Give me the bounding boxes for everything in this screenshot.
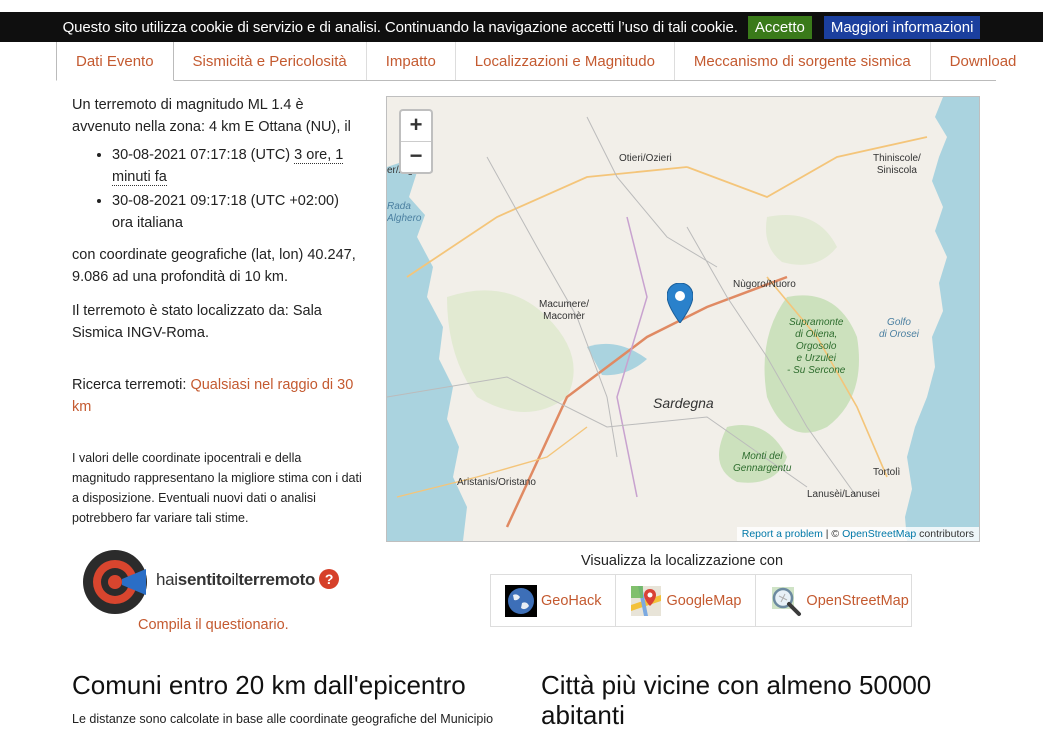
report-problem-link[interactable]: Report a problem bbox=[742, 528, 823, 540]
geohack-link[interactable]: GeoHack bbox=[491, 575, 617, 626]
questionnaire-link[interactable]: Compila il questionario. bbox=[138, 617, 289, 633]
hai-sentito-logo-icon[interactable] bbox=[82, 549, 148, 615]
viz-links: GeoHack GoogleMap OpenStreetMap bbox=[490, 574, 912, 627]
cookie-accept-button[interactable]: Accetto bbox=[747, 15, 812, 39]
event-located-by: Il terremoto è stato localizzato da: Sal… bbox=[72, 303, 322, 341]
event-coordinates: con coordinate geografiche (lat, lon) 40… bbox=[72, 247, 356, 285]
zoom-out-button[interactable]: − bbox=[401, 142, 431, 172]
event-disclaimer: I valori delle coordinate ipocentrali e … bbox=[72, 451, 362, 525]
hai-sentito-title: haisentitoilterremoto? bbox=[156, 569, 340, 590]
map-label-tortoli: Tortolì bbox=[873, 467, 901, 478]
event-tabs: Dati Evento Sismicità e Pericolosità Imp… bbox=[56, 42, 1016, 81]
event-utc-time: 30-08-2021 07:17:18 (UTC) 3 ore, 1 minut… bbox=[112, 144, 362, 188]
comuni-heading: Comuni entro 20 km dall'epicentro bbox=[72, 670, 466, 700]
comuni-note: Le distanze sono calcolate in base alle … bbox=[72, 712, 494, 726]
openstreetmap-link[interactable]: OpenStreetMap bbox=[756, 575, 922, 626]
epicenter-map[interactable]: Otieri/Ozieri er/Alghero Rada Alghero Th… bbox=[386, 96, 980, 542]
tab-impatto[interactable]: Impatto bbox=[367, 42, 456, 80]
tab-dati-evento[interactable]: Dati Evento bbox=[56, 42, 174, 81]
tab-download[interactable]: Download bbox=[931, 42, 1036, 80]
cookie-message: Questo sito utilizza cookie di servizio … bbox=[62, 18, 738, 36]
map-label-ozieri: Otieri/Ozieri bbox=[619, 153, 672, 164]
viz-title: Visualizza la localizzazione con bbox=[580, 553, 784, 569]
map-label-supramonte: Supramonte di Oliena, Orgosolo e Urzulei… bbox=[787, 317, 846, 376]
event-search: Ricerca terremoti: Qualsiasi nel raggio … bbox=[72, 377, 354, 415]
map-label-lanusei: Lanusèi/Lanusei bbox=[807, 489, 880, 500]
event-times: 30-08-2021 07:17:18 (UTC) 3 ore, 1 minut… bbox=[72, 144, 362, 234]
event-local-time: 30-08-2021 09:17:18 (UTC +02:00) ora ita… bbox=[112, 190, 362, 234]
cookie-banner: Questo sito utilizza cookie di servizio … bbox=[0, 12, 1043, 42]
hai-sentito-widget: haisentitoilterremoto? Compila il questi… bbox=[82, 549, 352, 639]
cookie-info-button[interactable]: Maggiori informazioni bbox=[823, 15, 981, 39]
zoom-in-button[interactable]: + bbox=[401, 111, 431, 142]
globe-icon bbox=[505, 584, 537, 617]
map-label-gennargentu: Monti del Gennargentu bbox=[733, 451, 792, 474]
event-details: Un terremoto di magnitudo ML 1.4 è avven… bbox=[72, 94, 362, 528]
tab-sismicita[interactable]: Sismicità e Pericolosità bbox=[174, 42, 367, 80]
map-label-sardegna: Sardegna bbox=[653, 395, 714, 411]
googlemaps-icon bbox=[631, 585, 662, 616]
map-label-oristano: Aristanis/Oristano bbox=[457, 477, 536, 488]
map-label-golfo-orosei: Golfo di Orosei bbox=[879, 317, 920, 340]
map-label-rada-alghero: Rada Alghero bbox=[387, 201, 422, 224]
map-label-siniscola: Thiniscole/ Siniscola bbox=[873, 153, 921, 176]
map-label-macomer: Macumere/ Macomèr bbox=[539, 299, 590, 322]
help-question-icon[interactable]: ? bbox=[319, 569, 340, 589]
tab-localizzazioni[interactable]: Localizzazioni e Magnitudo bbox=[456, 42, 675, 80]
event-intro: Un terremoto di magnitudo ML 1.4 è avven… bbox=[72, 97, 351, 135]
googlemap-link[interactable]: GoogleMap bbox=[616, 575, 757, 626]
map-label-nuoro: Nùgoro/Nuoro bbox=[733, 279, 796, 290]
map-zoom-control: + − bbox=[399, 109, 433, 174]
epicenter-marker-icon[interactable] bbox=[667, 283, 693, 323]
citta-heading: Città più vicine con almeno 50000 abitan… bbox=[541, 670, 932, 730]
osm-attribution-link[interactable]: OpenStreetMap bbox=[842, 528, 916, 540]
tab-meccanismo[interactable]: Meccanismo di sorgente sismica bbox=[675, 42, 931, 80]
map-attribution: Report a problem | © OpenStreetMap contr… bbox=[736, 527, 979, 541]
osm-magnifier-icon bbox=[772, 586, 802, 616]
